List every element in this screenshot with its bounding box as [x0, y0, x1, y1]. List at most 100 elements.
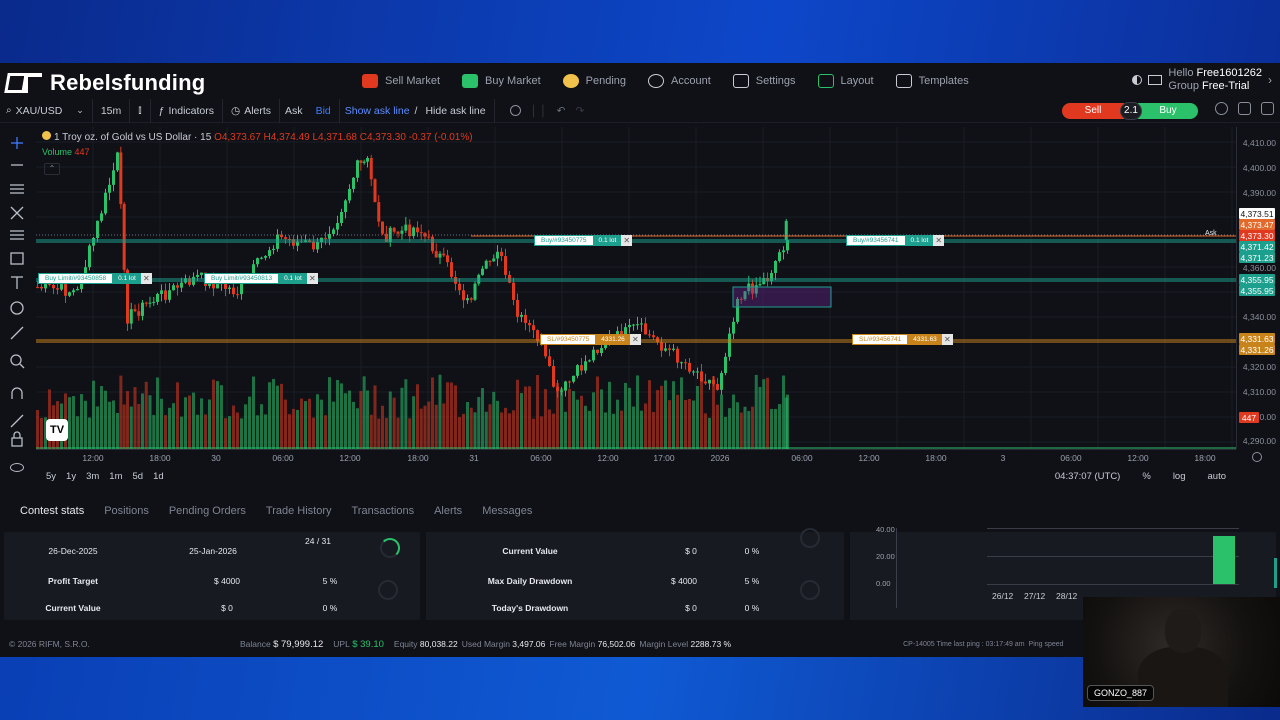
- order-tag-sl-1[interactable]: SL/#93450775 4331.26 ✕: [540, 334, 641, 345]
- crosshair-icon[interactable]: [11, 137, 23, 149]
- ask-button[interactable]: Ask: [280, 99, 308, 123]
- mail-icon[interactable]: [1148, 75, 1163, 85]
- theme-toggle-icon[interactable]: [1132, 75, 1143, 85]
- tab-transactions[interactable]: Transactions: [352, 505, 415, 517]
- symbol-selector[interactable]: ⌕ XAU/USD ⌄: [0, 98, 93, 123]
- alerts-label: Alerts: [244, 104, 272, 117]
- log-toggle[interactable]: log: [1173, 471, 1186, 482]
- chart-type-button[interactable]: ⫾: [130, 98, 151, 123]
- candle: [108, 184, 111, 193]
- current-value-2-value: $ 0: [685, 546, 697, 556]
- order-tag-buy-1[interactable]: Buy/#93450775 0.1 lot ✕: [534, 235, 633, 246]
- pitchfork-icon[interactable]: [10, 206, 24, 220]
- volume-bar: [144, 381, 148, 449]
- chart-canvas[interactable]: [36, 127, 1236, 449]
- nav-sell-market[interactable]: Sell Market: [362, 74, 440, 88]
- current-value-value: $ 0: [221, 603, 233, 613]
- utc-time[interactable]: 04:37:07 (UTC): [1055, 471, 1120, 482]
- alerts-button[interactable]: ◷ Alerts: [223, 98, 281, 123]
- auto-toggle[interactable]: auto: [1208, 471, 1227, 482]
- close-icon[interactable]: ✕: [306, 273, 318, 284]
- close-icon[interactable]: ✕: [621, 235, 633, 246]
- range-5d[interactable]: 5d: [133, 471, 144, 482]
- zoom-icon[interactable]: [10, 354, 25, 369]
- tab-messages[interactable]: Messages: [482, 505, 532, 517]
- scrollbar[interactable]: [1274, 558, 1277, 588]
- range-1m[interactable]: 1m: [109, 471, 122, 482]
- axis-settings-icon[interactable]: [1252, 452, 1262, 462]
- percent-toggle[interactable]: %: [1142, 471, 1150, 482]
- brand-logo[interactable]: Rebelsfunding: [4, 70, 206, 96]
- chevron-right-icon[interactable]: ›: [1268, 73, 1272, 87]
- undo-icon: ↶: [556, 104, 566, 117]
- app-header: Rebelsfunding Sell Market Buy Market Pen…: [0, 63, 1280, 99]
- bid-button[interactable]: Bid: [308, 98, 340, 123]
- nav-settings[interactable]: Settings: [732, 74, 796, 88]
- mini-y-tick: 0.00: [876, 579, 891, 588]
- magnet-icon[interactable]: [11, 387, 23, 399]
- tab-pending-orders[interactable]: Pending Orders: [169, 505, 246, 517]
- lock-icon[interactable]: [11, 431, 23, 447]
- nav-buy-market[interactable]: Buy Market: [462, 74, 541, 88]
- volume-bar: [564, 411, 567, 449]
- brand-name: Rebelsfunding: [50, 70, 206, 95]
- buy-button[interactable]: Buy: [1138, 102, 1198, 119]
- price-axis[interactable]: 4,410.00 4,400.00 4,390.00 4,360.00 4,34…: [1236, 127, 1280, 449]
- order-tag-sl-2[interactable]: SL/#93456741 4331.63 ✕: [852, 334, 953, 345]
- order-tag-buy-limit-1[interactable]: Buy Limit/#93450858 0.1 lot ✕: [38, 273, 152, 284]
- price-chart[interactable]: [36, 127, 1236, 449]
- emoji-icon[interactable]: [10, 301, 24, 315]
- interval-selector[interactable]: 15m: [93, 98, 131, 123]
- collapse-legend-button[interactable]: ⌃: [44, 163, 60, 175]
- ruler-icon[interactable]: [10, 326, 24, 340]
- clock-icon: [562, 74, 579, 88]
- snapshot-icon[interactable]: [1261, 102, 1274, 115]
- tab-positions[interactable]: Positions: [104, 505, 149, 517]
- ping-speed: Ping speed: [1028, 640, 1064, 648]
- close-icon[interactable]: ✕: [140, 273, 152, 284]
- redo-button[interactable]: ↷: [570, 99, 589, 123]
- pencil-lock-icon[interactable]: [10, 414, 24, 428]
- volume-bar: [332, 401, 335, 449]
- close-icon[interactable]: ✕: [933, 235, 945, 246]
- sell-button[interactable]: Sell: [1062, 102, 1124, 119]
- eye-icon[interactable]: [10, 463, 24, 472]
- settings-icon[interactable]: [1215, 102, 1228, 115]
- fib-icon[interactable]: [10, 230, 24, 240]
- camera-button[interactable]: [505, 99, 526, 123]
- text-icon[interactable]: [11, 276, 23, 289]
- range-3m[interactable]: 3m: [86, 471, 99, 482]
- tab-contest-stats[interactable]: Contest stats: [20, 505, 84, 517]
- user-box[interactable]: Hello Free1601262 Group Free-Trial ›: [1132, 67, 1272, 93]
- candle: [632, 324, 635, 326]
- range-5y[interactable]: 5y: [46, 471, 56, 482]
- order-tag-buy-2[interactable]: Buy/#93456741 0.1 lot ✕: [846, 235, 945, 246]
- candle: [129, 309, 133, 324]
- undo-button[interactable]: ↶: [552, 99, 571, 123]
- nav-pending[interactable]: Pending: [562, 74, 626, 88]
- volume-bar: [404, 379, 408, 449]
- tab-alerts[interactable]: Alerts: [434, 505, 462, 517]
- price-tick: 4,390.00: [1242, 188, 1276, 198]
- range-1y[interactable]: 1y: [66, 471, 76, 482]
- range-1d[interactable]: 1d: [153, 471, 164, 482]
- indicators-button[interactable]: ƒ Indicators: [151, 98, 224, 123]
- fullscreen-icon[interactable]: [1238, 102, 1251, 115]
- tab-trade-history[interactable]: Trade History: [266, 505, 332, 517]
- horizontal-lines-icon[interactable]: [10, 184, 24, 194]
- order-tag-buy-limit-2[interactable]: Buy Limit/#93450813 0.1 lot ✕: [204, 273, 318, 284]
- candle: [88, 245, 91, 268]
- nav-layout[interactable]: Layout: [817, 74, 874, 88]
- nav-account[interactable]: Account: [648, 74, 711, 88]
- rectangle-icon[interactable]: [10, 252, 24, 265]
- volume-bar: [176, 382, 179, 449]
- volume-bar: [156, 377, 159, 449]
- volume-bar: [356, 408, 359, 449]
- close-icon[interactable]: ✕: [629, 334, 641, 345]
- nav-templates[interactable]: Templates: [895, 74, 969, 88]
- close-icon[interactable]: ✕: [941, 334, 953, 345]
- tradingview-logo[interactable]: TV: [46, 419, 68, 441]
- time-axis[interactable]: 12:00 18:00 30 06:00 12:00 18:00 31 06:0…: [36, 449, 1236, 465]
- hide-ask-line-button[interactable]: Hide ask line: [417, 98, 495, 123]
- show-ask-line-button[interactable]: Show ask line: [340, 99, 415, 123]
